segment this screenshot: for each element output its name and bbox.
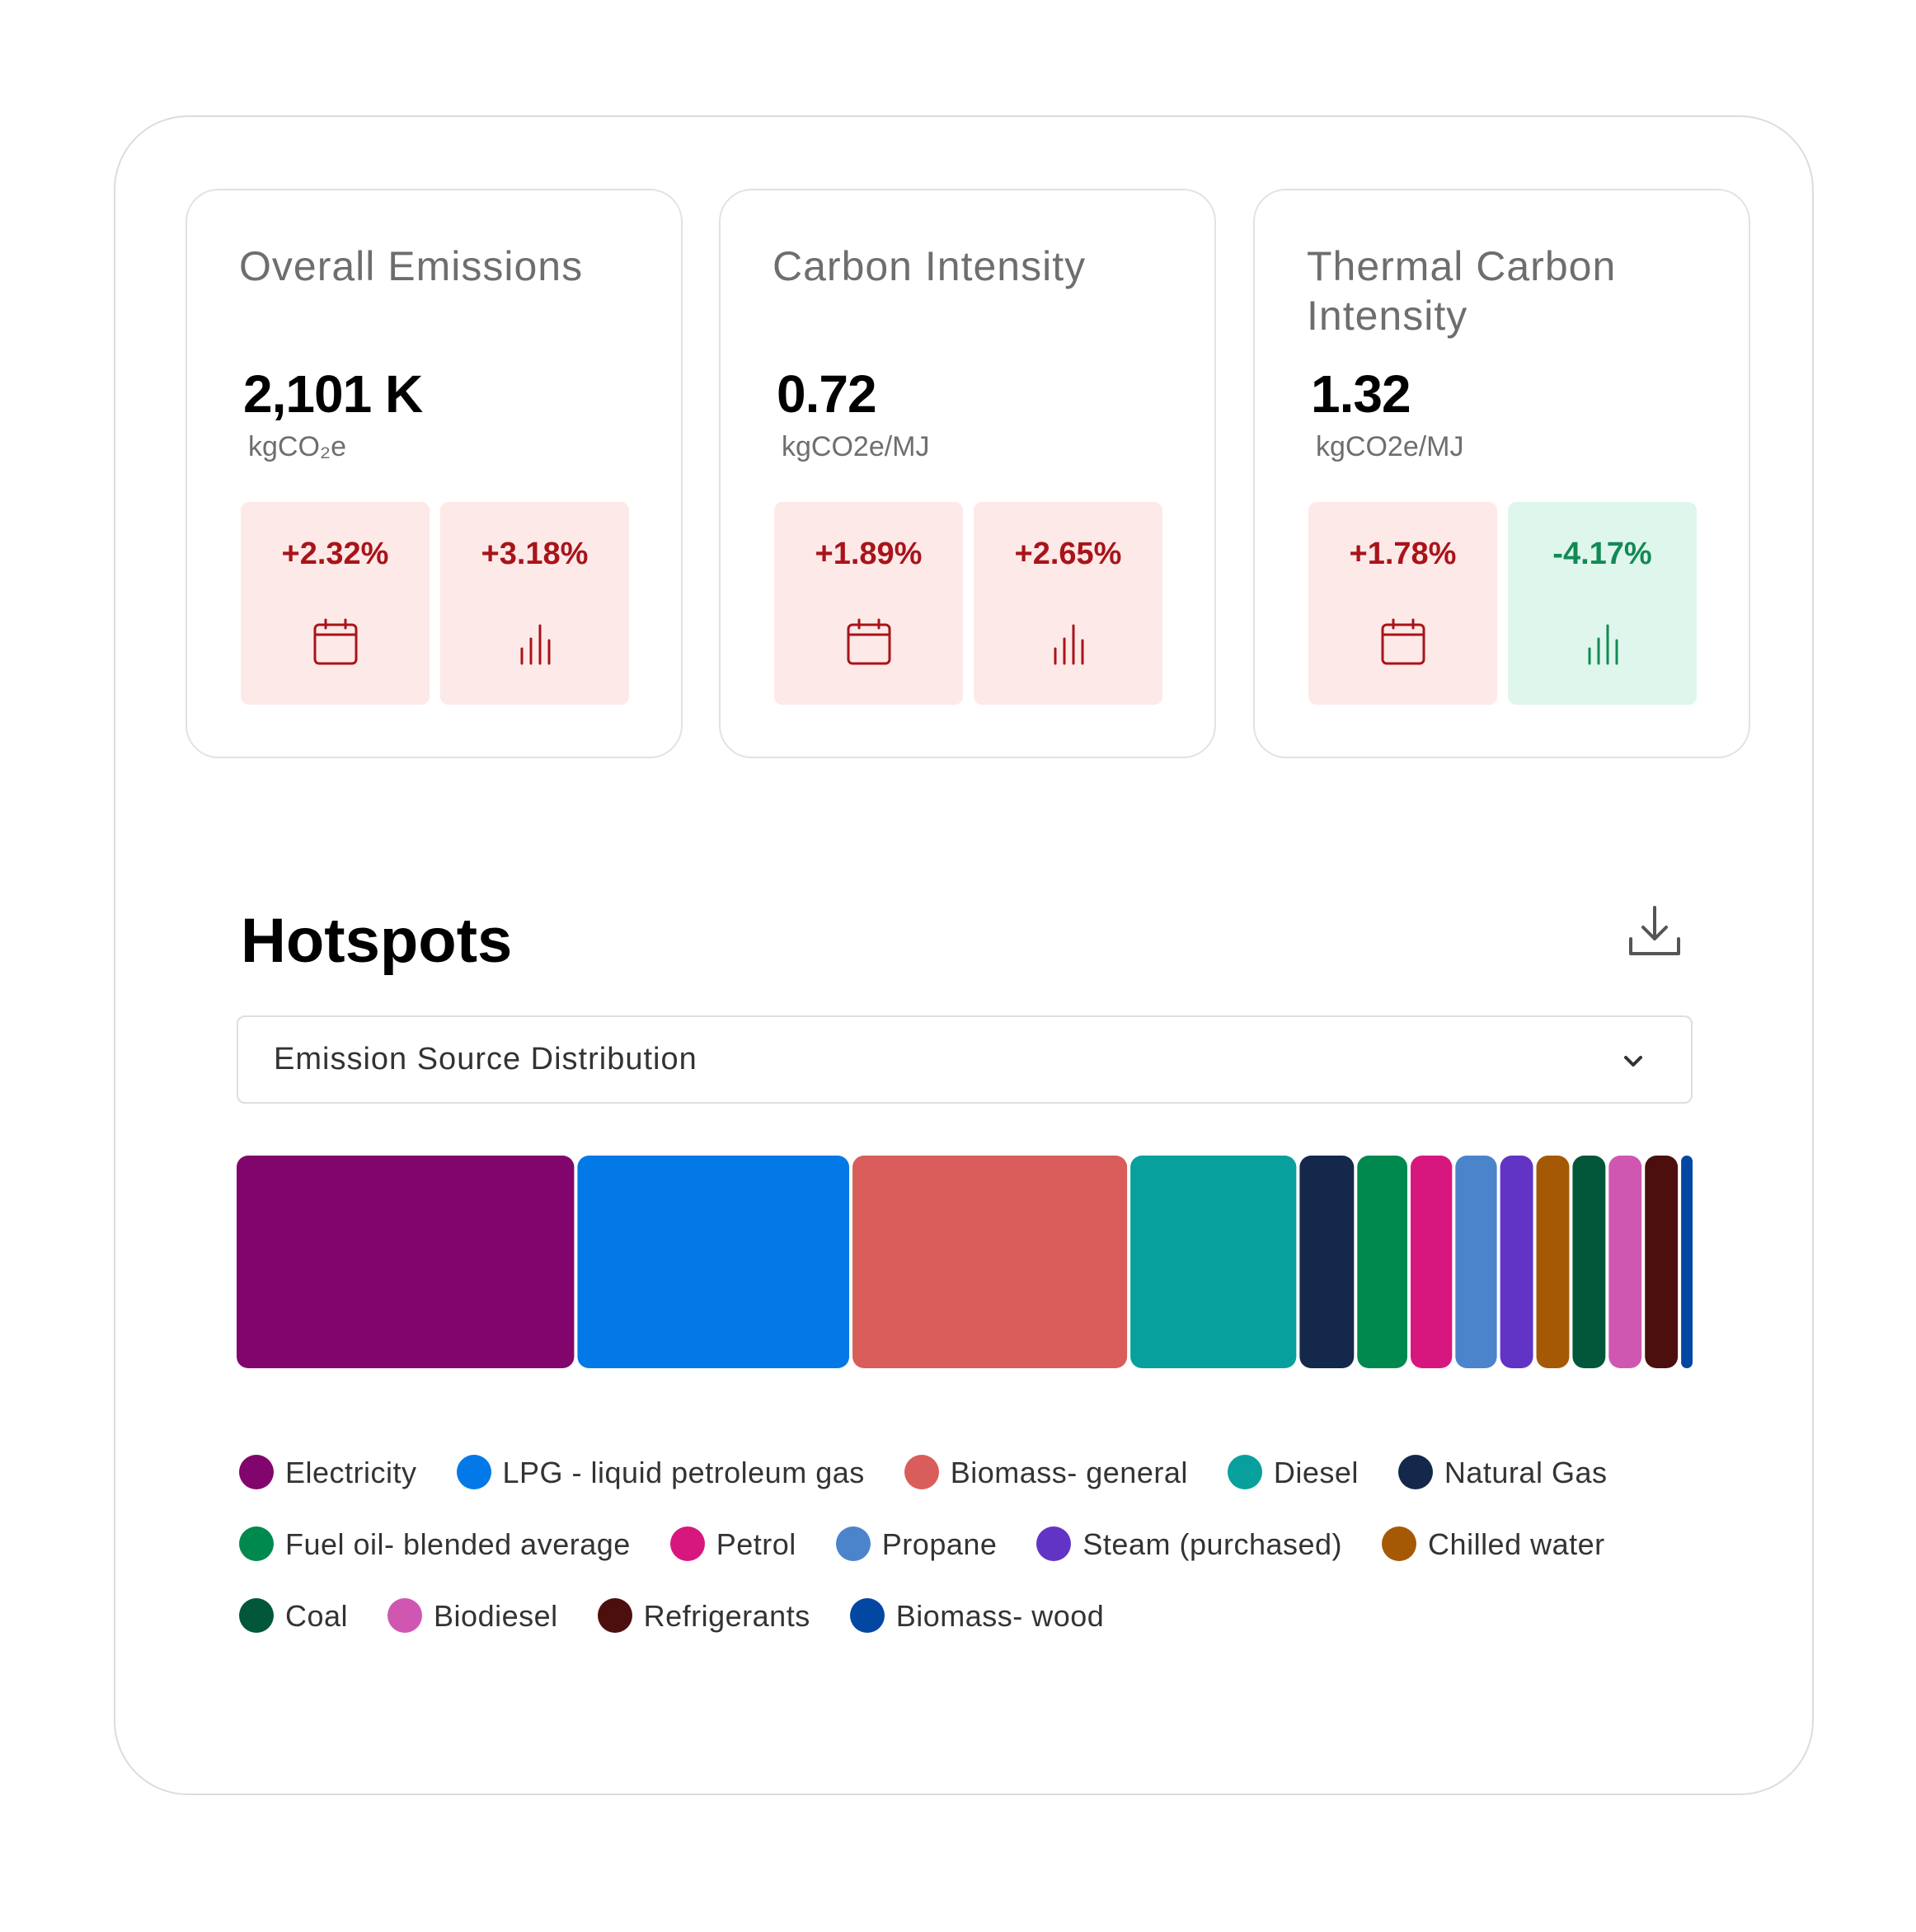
calendar-icon bbox=[847, 618, 891, 665]
legend-label: Biomass- general bbox=[950, 1456, 1188, 1489]
legend-swatch bbox=[387, 1598, 423, 1633]
calendar-icon bbox=[313, 618, 358, 665]
legend-swatch bbox=[597, 1598, 632, 1633]
change-badge-period: +2.32% bbox=[241, 502, 430, 705]
bar-segment-natural-gas[interactable] bbox=[1299, 1156, 1355, 1368]
legend-swatch bbox=[1397, 1455, 1433, 1489]
change-value: +2.65% bbox=[1014, 537, 1122, 571]
legend-swatch bbox=[1227, 1455, 1262, 1489]
legend-label: Diesel bbox=[1273, 1456, 1359, 1489]
bar-segment-chilled-water[interactable] bbox=[1536, 1156, 1570, 1368]
select-value: Emission Source Distribution bbox=[274, 1042, 697, 1076]
kpi-value: 0.72 bbox=[777, 364, 877, 424]
bar-segment-lpg-liquid-petroleum-gas[interactable] bbox=[577, 1156, 850, 1368]
legend-swatch bbox=[669, 1526, 705, 1561]
legend-swatch bbox=[239, 1598, 274, 1633]
legend-swatch bbox=[835, 1526, 871, 1561]
legend-label: Biomass- wood bbox=[895, 1599, 1105, 1633]
section-title: Hotspots bbox=[241, 906, 513, 976]
bar-segment-petrol[interactable] bbox=[1411, 1156, 1453, 1368]
bar-chart-icon bbox=[1054, 624, 1084, 665]
legend-swatch bbox=[239, 1526, 274, 1561]
chart-type-select[interactable]: Emission Source Distribution bbox=[237, 1015, 1693, 1104]
kpi-title: Thermal Carbon Intensity bbox=[1307, 243, 1617, 339]
legend-label: Coal bbox=[285, 1599, 349, 1633]
legend-label: Fuel oil- blended average bbox=[285, 1527, 631, 1561]
bar-segment-biomass-wood[interactable] bbox=[1681, 1156, 1693, 1368]
change-value: -4.17% bbox=[1552, 537, 1652, 571]
download-button[interactable] bbox=[1626, 903, 1684, 960]
kpi-unit: kgCO2e/MJ bbox=[1316, 431, 1464, 462]
legend-label: LPG - liquid petroleum gas bbox=[502, 1456, 865, 1489]
legend-label: Electricity bbox=[285, 1456, 417, 1489]
change-value: +1.89% bbox=[815, 537, 923, 571]
legend-label: Petrol bbox=[716, 1527, 796, 1561]
change-badge-trend: +2.65% bbox=[974, 502, 1162, 705]
bar-segment-diesel[interactable] bbox=[1130, 1156, 1297, 1368]
kpi-card-overall-emissions: Overall Emissions 2,101 K kgCO₂e +2.32% … bbox=[185, 189, 683, 758]
change-value: +3.18% bbox=[481, 537, 589, 571]
download-icon bbox=[1629, 906, 1680, 955]
emission-source-chart bbox=[237, 1156, 1693, 1368]
change-value: +1.78% bbox=[1349, 537, 1457, 571]
legend-swatch bbox=[1382, 1526, 1417, 1561]
kpi-card-thermal-carbon-intensity: Thermal Carbon Intensity 1.32 kgCO2e/MJ … bbox=[1253, 189, 1750, 758]
legend-swatch bbox=[456, 1455, 491, 1489]
calendar-icon bbox=[1381, 618, 1425, 665]
change-badge-trend: +3.18% bbox=[440, 502, 629, 705]
legend-label: Natural Gas bbox=[1444, 1456, 1608, 1489]
bar-segment-fuel-oil-blended-average[interactable] bbox=[1357, 1156, 1407, 1368]
kpi-value: 2,101 K bbox=[243, 364, 423, 424]
bar-segment-coal[interactable] bbox=[1572, 1156, 1606, 1368]
bar-chart-icon bbox=[1588, 624, 1618, 665]
legend-swatch bbox=[849, 1598, 885, 1633]
kpi-value: 1.32 bbox=[1311, 364, 1411, 424]
bar-segment-refrigerants[interactable] bbox=[1645, 1156, 1679, 1368]
legend-label: Steam (purchased) bbox=[1082, 1527, 1343, 1561]
kpi-title: Overall Emissions bbox=[239, 243, 584, 289]
kpi-title: Carbon Intensity bbox=[773, 243, 1087, 289]
legend-swatch bbox=[239, 1455, 274, 1489]
change-value: +2.32% bbox=[281, 537, 389, 571]
legend-swatch bbox=[904, 1455, 939, 1489]
bar-segment-biodiesel[interactable] bbox=[1608, 1156, 1642, 1368]
legend-label: Propane bbox=[881, 1527, 998, 1561]
legend-label: Biodiesel bbox=[434, 1599, 558, 1633]
bar-segment-electricity[interactable] bbox=[237, 1156, 575, 1368]
legend-label: Chilled water bbox=[1428, 1527, 1605, 1561]
kpi-unit: kgCO₂e bbox=[248, 431, 347, 462]
kpi-unit: kgCO2e/MJ bbox=[782, 431, 930, 462]
bar-segment-propane[interactable] bbox=[1455, 1156, 1497, 1368]
bar-chart-icon bbox=[520, 624, 551, 665]
change-badge-period: +1.89% bbox=[774, 502, 963, 705]
bar-segment-biomass-general[interactable] bbox=[852, 1156, 1128, 1368]
chevron-down-icon bbox=[1618, 1047, 1648, 1076]
change-badge-period: +1.78% bbox=[1308, 502, 1497, 705]
change-badge-trend: -4.17% bbox=[1508, 502, 1697, 705]
kpi-card-carbon-intensity: Carbon Intensity 0.72 kgCO2e/MJ +1.89% +… bbox=[719, 189, 1216, 758]
bar-segment-steam-purchased[interactable] bbox=[1500, 1156, 1533, 1368]
legend-label: Refrigerants bbox=[643, 1599, 810, 1633]
